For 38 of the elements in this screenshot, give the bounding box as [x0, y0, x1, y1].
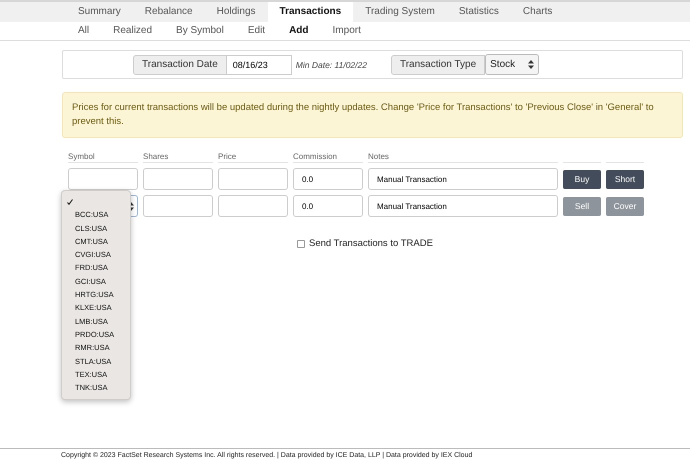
column-header: Commission — [293, 152, 363, 163]
price-field[interactable] — [218, 168, 288, 190]
nav-tab[interactable]: Transactions — [268, 2, 354, 22]
notes-field[interactable]: Manual Transaction — [368, 168, 558, 190]
shares-field[interactable] — [143, 195, 213, 217]
nav-tab[interactable]: Holdings — [204, 2, 268, 22]
commission-field[interactable]: 0.0 — [293, 168, 363, 190]
type-select[interactable]: Stock — [485, 54, 540, 75]
sub-tab[interactable]: By Symbol — [164, 22, 236, 40]
price-field[interactable] — [218, 195, 288, 217]
sub-tab[interactable]: Import — [320, 22, 373, 40]
column-header: Symbol — [68, 152, 138, 163]
action-button[interactable]: Short — [606, 170, 644, 188]
type-label: Transaction Type — [390, 54, 486, 74]
nav-tab[interactable]: Rebalance — [132, 2, 205, 22]
date-label: Transaction Date — [133, 54, 227, 74]
nav-tab[interactable]: Summary — [66, 2, 133, 22]
min-date-text: Min Date: 11/02/22 — [296, 60, 367, 70]
notes-field[interactable]: Manual Transaction — [368, 195, 558, 217]
sub-tab[interactable]: Edit — [236, 22, 278, 40]
action-button[interactable]: Buy — [563, 170, 601, 188]
checkbox[interactable] — [297, 240, 305, 248]
column-header: Price — [218, 152, 288, 163]
symbol-field[interactable] — [68, 168, 138, 190]
shares-field[interactable] — [143, 168, 213, 190]
alert-message: Prices for current transactions will be updated during the nightly updates. Change 'Price for Transactions' to 'Previous Close' in 'General' to prevent this. — [62, 92, 683, 138]
sub-tab[interactable]: Realized — [101, 22, 164, 40]
nav-tab[interactable]: Statistics — [446, 2, 511, 22]
sub-tab[interactable]: All — [66, 22, 102, 40]
select-arrows-icon — [528, 60, 534, 69]
column-header: Shares — [143, 152, 213, 163]
commission-field[interactable]: 0.0 — [293, 195, 363, 217]
date-field[interactable]: 08/16/23 — [226, 54, 292, 74]
column-header: Notes — [368, 152, 558, 163]
nav-tab[interactable]: Trading System — [353, 2, 447, 22]
sub-tab[interactable]: Add — [277, 22, 321, 40]
checkbox-label: Send Transactions to TRADE — [309, 238, 433, 249]
nav-tab[interactable]: Charts — [510, 2, 564, 22]
